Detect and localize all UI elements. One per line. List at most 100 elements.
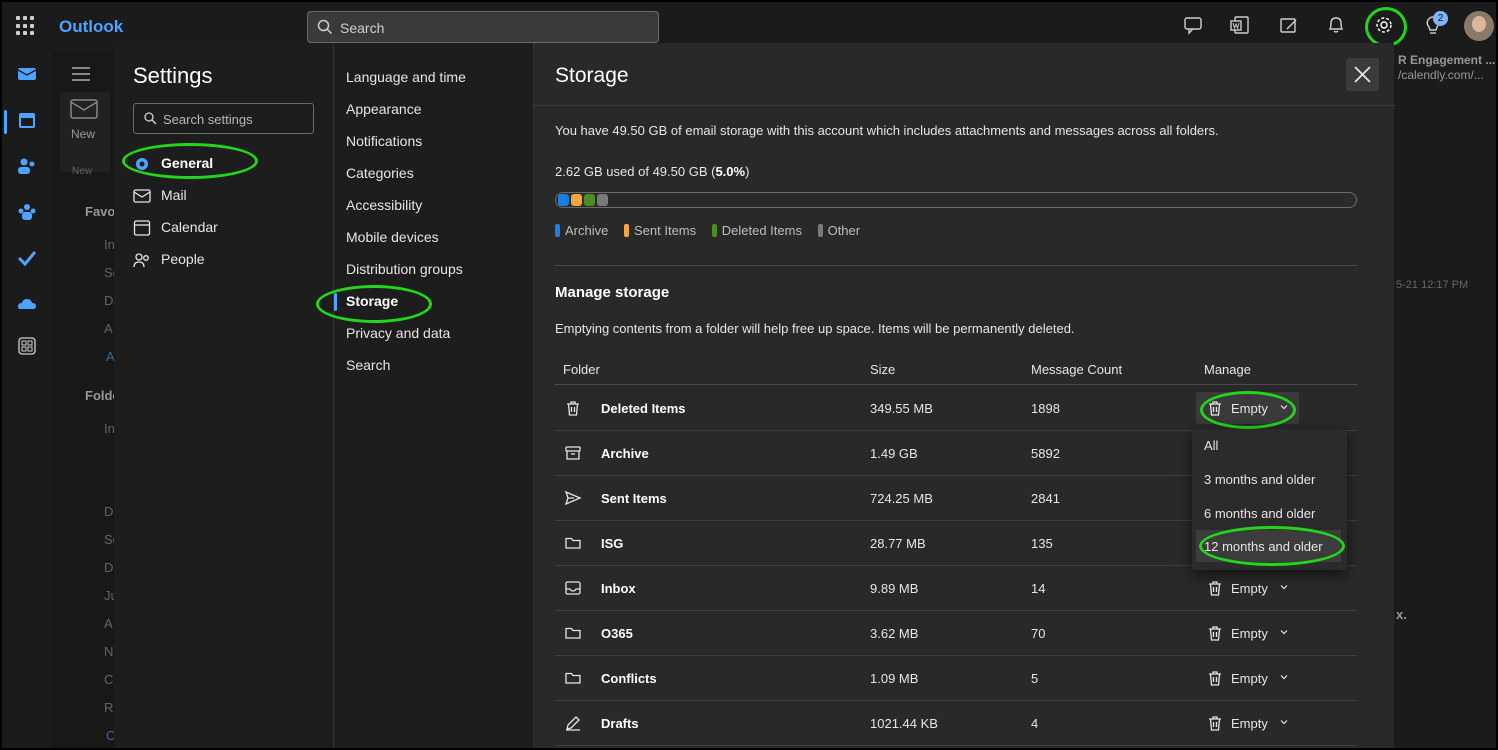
storage-legend: Archive Sent Items Deleted Items Other — [555, 223, 872, 238]
subcategory-storage[interactable]: Storage — [346, 293, 398, 309]
more-apps-icon[interactable] — [17, 336, 37, 356]
avatar[interactable] — [1464, 11, 1494, 41]
settings-gear-icon[interactable] — [1373, 14, 1395, 36]
table-row: Conflicts 1.09 MB 5 Empty — [555, 656, 1357, 701]
folder-name: Drafts — [601, 716, 639, 731]
legend-swatch — [711, 224, 717, 237]
menu-item-12-months[interactable]: 12 months and older — [1196, 530, 1341, 562]
word-icon[interactable] — [1229, 14, 1251, 36]
empty-button[interactable]: Empty — [1196, 662, 1299, 694]
legend-swatch — [555, 224, 560, 237]
folder-message-count: 14 — [1031, 581, 1046, 596]
usage-segment-other — [597, 194, 608, 206]
category-mail[interactable]: Mail — [133, 183, 313, 207]
empty-label: Empty — [1231, 401, 1268, 416]
chevron-down-icon — [1280, 675, 1288, 680]
menu-item-all[interactable]: All — [1192, 429, 1347, 461]
folder-icon — [565, 537, 581, 549]
bell-icon[interactable] — [1325, 14, 1347, 36]
category-people[interactable]: People — [133, 247, 313, 271]
chevron-down-icon — [1280, 630, 1288, 635]
chevron-down-icon — [1280, 585, 1288, 590]
legend-deleted-items: Deleted Items — [711, 223, 802, 238]
trash-icon — [1209, 716, 1221, 731]
section-divider — [555, 265, 1357, 266]
chevron-down-icon — [1280, 720, 1288, 725]
empty-label: Empty — [1231, 581, 1268, 596]
folder-message-count: 2841 — [1031, 491, 1060, 506]
subcategory-accessibility[interactable]: Accessibility — [346, 197, 422, 213]
folder-name: Sent Items — [601, 491, 667, 506]
subcategory-search[interactable]: Search — [346, 357, 390, 373]
subcategory-privacy-and-data[interactable]: Privacy and data — [346, 325, 450, 341]
storage-intro: You have 49.50 GB of email storage with … — [555, 123, 1219, 138]
table-header: Folder Size Message Count Manage — [555, 361, 1357, 385]
folder-icon — [565, 627, 581, 639]
gear-icon — [136, 158, 148, 170]
legend-archive: Archive — [555, 223, 608, 238]
folder-size: 9.89 MB — [870, 581, 919, 596]
calendar-icon — [133, 220, 151, 236]
app-rail — [2, 52, 52, 748]
storage-usage-bar — [555, 192, 1357, 208]
todo-app-icon[interactable] — [17, 248, 37, 268]
settings-search-input[interactable]: Search settings — [133, 103, 314, 134]
subcategory-language-and-time[interactable]: Language and time — [346, 69, 466, 85]
trash-icon — [1209, 401, 1221, 416]
folder-message-count: 1898 — [1031, 401, 1060, 416]
subcategory-notifications[interactable]: Notifications — [346, 133, 422, 149]
folder-message-count: 4 — [1031, 716, 1039, 731]
col-size: Size — [870, 362, 896, 377]
folder-name: Archive — [601, 446, 649, 461]
category-label: General — [161, 155, 214, 171]
onedrive-app-icon[interactable] — [17, 294, 37, 314]
outlook-window: Outlook Search 2 New New Favo Folde In S… — [0, 0, 1498, 750]
close-button[interactable] — [1346, 58, 1379, 91]
empty-button[interactable]: Empty — [1196, 392, 1299, 424]
calendar-app-icon[interactable] — [17, 110, 37, 130]
folder-name: Inbox — [601, 581, 636, 596]
folder-size: 3.62 MB — [870, 626, 919, 641]
subcategory-appearance[interactable]: Appearance — [346, 101, 422, 117]
trash-icon — [567, 401, 579, 416]
col-folder: Folder — [563, 362, 600, 377]
empty-button[interactable]: Empty — [1196, 707, 1299, 739]
folder-name: Deleted Items — [601, 401, 686, 416]
search-icon — [144, 112, 157, 125]
legend-swatch — [817, 224, 823, 237]
chevron-down-icon — [1280, 405, 1288, 410]
settings-dialog: Settings Search settings General Mail Ca… — [114, 43, 1395, 748]
storage-usage-text: 2.62 GB used of 49.50 GB (5.0%) — [555, 164, 750, 179]
subcategory-distribution-groups[interactable]: Distribution groups — [346, 261, 463, 277]
search-box[interactable]: Search — [307, 11, 659, 43]
table-row: Drafts 1021.44 KB 4 Empty — [555, 701, 1357, 746]
category-general[interactable]: General — [133, 151, 313, 175]
app-brand[interactable]: Outlook — [59, 17, 123, 37]
folder-size: 724.25 MB — [870, 491, 933, 506]
empty-button[interactable]: Empty — [1196, 572, 1299, 604]
col-manage: Manage — [1204, 362, 1251, 377]
notes-icon[interactable] — [1278, 14, 1300, 36]
settings-categories-pane: Settings Search settings General Mail Ca… — [114, 43, 333, 748]
folder-message-count: 5892 — [1031, 446, 1060, 461]
search-placeholder: Search — [340, 20, 385, 36]
subcategory-mobile-devices[interactable]: Mobile devices — [346, 229, 439, 245]
subcategory-categories[interactable]: Categories — [346, 165, 414, 181]
settings-title: Settings — [133, 63, 213, 88]
folder-name: ISG — [601, 536, 624, 551]
teams-chat-icon[interactable] — [1182, 14, 1204, 36]
menu-item-6-months[interactable]: 6 months and older — [1192, 497, 1347, 529]
send-icon — [564, 490, 582, 506]
category-calendar[interactable]: Calendar — [133, 215, 313, 239]
app-launcher-icon[interactable] — [16, 16, 36, 36]
manage-storage-desc: Emptying contents from a folder will hel… — [555, 321, 1075, 336]
mail-app-icon[interactable] — [17, 64, 37, 84]
trash-icon — [1209, 581, 1221, 596]
people-app-icon[interactable] — [17, 156, 37, 176]
groups-app-icon[interactable] — [17, 202, 37, 222]
folder-name: Conflicts — [601, 671, 657, 686]
menu-item-3-months[interactable]: 3 months and older — [1192, 463, 1347, 495]
usage-segment-deleted-items — [584, 194, 595, 206]
pencil-icon — [566, 716, 580, 731]
empty-button[interactable]: Empty — [1196, 617, 1299, 649]
